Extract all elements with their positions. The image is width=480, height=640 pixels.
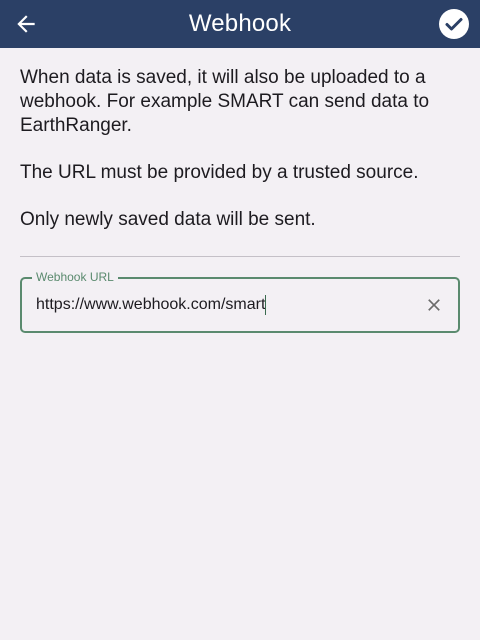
page-title: Webhook xyxy=(188,10,292,37)
webhook-url-label: Webhook URL xyxy=(32,270,118,284)
description-section: When data is saved, it will also be uplo… xyxy=(20,66,460,255)
confirm-button[interactable] xyxy=(436,6,472,42)
arrow-left-icon xyxy=(13,11,39,37)
trusted-source-note: The URL must be provided by a trusted so… xyxy=(20,162,419,183)
check-circle-icon xyxy=(438,8,470,40)
text-cursor xyxy=(265,295,267,315)
description-paragraph: When data is saved, it will also be uplo… xyxy=(20,67,430,136)
webhook-url-input[interactable]: https://www.webhook.com/smart xyxy=(36,295,267,315)
webhook-screen: Webhook When data is saved, it will also… xyxy=(0,0,480,640)
newly-saved-note: Only newly saved data will be sent. xyxy=(20,209,316,230)
back-button[interactable] xyxy=(8,6,44,42)
clear-button[interactable] xyxy=(418,289,450,321)
webhook-url-value: https://www.webhook.com/smart xyxy=(36,296,266,313)
webhook-url-field[interactable]: Webhook URL https://www.webhook.com/smar… xyxy=(20,270,460,333)
top-app-bar: Webhook xyxy=(0,0,480,48)
divider xyxy=(20,256,460,257)
close-icon xyxy=(424,295,444,315)
